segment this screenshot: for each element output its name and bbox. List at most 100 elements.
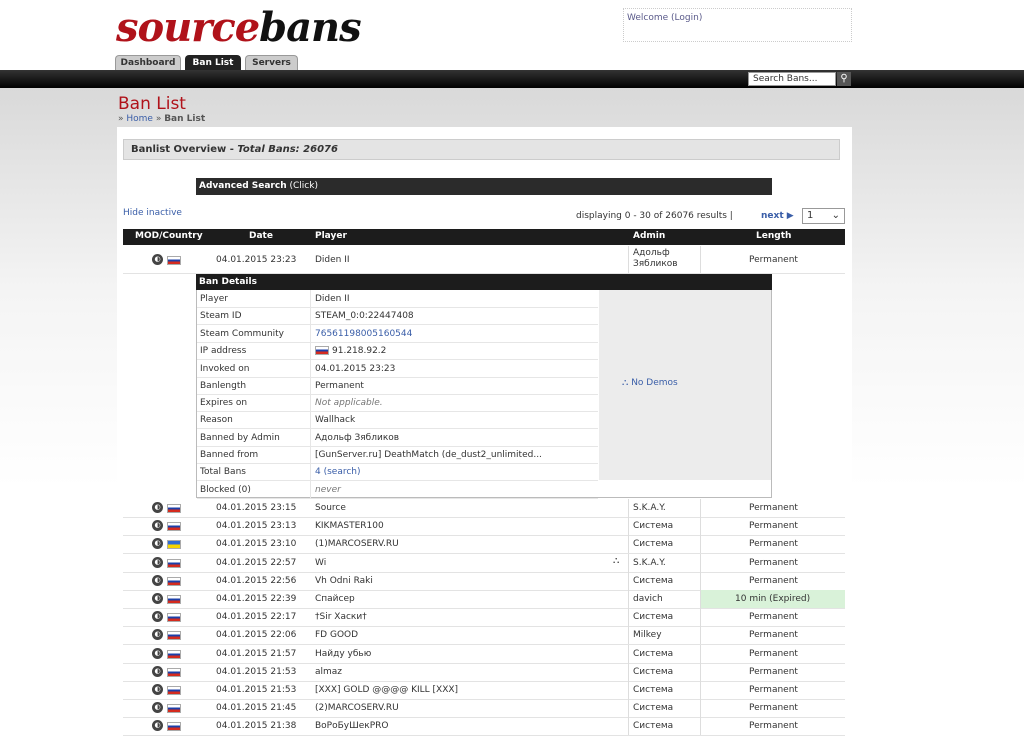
breadcrumb-home[interactable]: Home [126, 114, 153, 124]
sourcebans-logo[interactable]: sourcebans [116, 6, 362, 50]
ban-length: Permanent [749, 558, 798, 568]
country-flag-icon [167, 540, 181, 549]
ban-date: 04.01.2015 23:13 [216, 521, 297, 531]
demo-icon: ⛬ [622, 378, 629, 388]
admin-name: Система [633, 649, 674, 659]
table-row[interactable]: ◐ 04.01.2015 22:57 Wi ⛬ S.K.A.Y. Permanent [123, 554, 845, 573]
ban-details-title: Ban Details [196, 274, 772, 290]
player-name: (1)MARCOSERV.RU [315, 539, 399, 549]
admin-name: Система [633, 685, 674, 695]
ban-date: 04.01.2015 22:06 [216, 630, 297, 640]
detail-key: Player [200, 294, 229, 304]
admin-name: Система [633, 721, 674, 731]
game-mod-icon: ◐ [152, 520, 163, 531]
search-input[interactable]: Search Bans... [748, 72, 836, 86]
tab-ban-list[interactable]: Ban List [185, 55, 241, 70]
table-row[interactable]: ◐ 04.01.2015 23:10 (1)MARCOSERV.RU Система P… [123, 535, 845, 554]
results-count: displaying 0 - 30 of 26076 results | [576, 211, 733, 221]
login-link[interactable]: (Login) [671, 13, 702, 23]
player-name: Найду убью [315, 649, 372, 659]
tab-servers[interactable]: Servers [245, 55, 298, 70]
table-row[interactable]: ◐ 04.01.2015 21:53 almaz Система Permanent [123, 663, 845, 682]
detail-value[interactable]: 76561198005160544 [315, 329, 412, 339]
ban-date: 04.01.2015 22:39 [216, 594, 297, 604]
next-page-link[interactable]: next ▶ [761, 211, 794, 221]
table-row[interactable]: ◐ 04.01.2015 22:39 Спайсер davich 10 min (Ex… [123, 590, 845, 609]
country-flag-icon [167, 559, 181, 568]
col-date[interactable]: Date [249, 231, 273, 241]
table-row[interactable]: ◐ 04.01.2015 22:56 Vh Odni Raki Система Perm… [123, 572, 845, 591]
admin-name: Система [633, 521, 674, 531]
ban-date: 04.01.2015 21:53 [216, 667, 297, 677]
player-name: almaz [315, 667, 343, 677]
country-flag-icon [167, 613, 181, 622]
player-name: KIKMASTER100 [315, 521, 384, 531]
country-flag-icon [167, 631, 181, 640]
hide-inactive-link[interactable]: Hide inactive [123, 208, 182, 218]
detail-key: Steam ID [200, 311, 242, 321]
country-flag-icon [167, 522, 181, 531]
admin-name: Milkey [633, 630, 662, 640]
player-name: Vh Odni Raki [315, 576, 373, 586]
table-row[interactable]: ◐ 04.01.2015 21:45 (2)MARCOSERV.RU Система P… [123, 699, 845, 718]
game-mod-icon: ◐ [152, 648, 163, 659]
detail-row: IP address 91.218.92.2 [197, 342, 598, 360]
game-mod-icon: ◐ [152, 538, 163, 549]
game-mod-icon: ◐ [152, 611, 163, 622]
table-row[interactable]: ◐ 04.01.2015 22:06 FD GOOD Milkey Permanent [123, 626, 845, 645]
ban-length: Permanent [749, 667, 798, 677]
page-select[interactable]: 1 ⌄ [802, 208, 845, 224]
table-row[interactable]: ◐ 04.01.2015 23:23 Diden II Адольф Зябли… [123, 246, 845, 274]
ban-date: 04.01.2015 21:57 [216, 649, 297, 659]
table-header: MOD/Country Date Player Admin Length [123, 229, 845, 245]
player-name: Diden II [315, 255, 350, 265]
table-row[interactable]: ◐ 04.01.2015 21:57 Найду убью Система Perman… [123, 645, 845, 664]
detail-value: 04.01.2015 23:23 [315, 364, 396, 374]
col-player[interactable]: Player [315, 231, 347, 241]
detail-row: Expires on Not applicable. [197, 394, 598, 412]
detail-row: Reason Wallhack [197, 411, 598, 429]
country-flag-icon [167, 577, 181, 586]
play-arrow-icon: ▶ [786, 211, 794, 221]
banlist-overview: Banlist Overview - Total Bans: 26076 [123, 139, 840, 160]
ban-date: 04.01.2015 22:17 [216, 612, 297, 622]
table-row[interactable]: ◐ 04.01.2015 21:38 ВоРоБуШекPRO Система Perm… [123, 717, 845, 736]
country-flag-icon [167, 686, 181, 695]
table-row[interactable]: ◐ 04.01.2015 23:15 Source S.K.A.Y. Permanent [123, 499, 845, 518]
detail-row: Banned by Admin Адольф Зябликов [197, 429, 598, 447]
col-mod-country[interactable]: MOD/Country [135, 231, 203, 241]
game-mod-icon: ◐ [152, 557, 163, 568]
table-row[interactable]: ◐ 04.01.2015 22:17 †Sir Хаски† Система Perma… [123, 608, 845, 627]
admin-name: Система [633, 576, 674, 586]
detail-key: Expires on [200, 398, 248, 408]
ban-length: Permanent [749, 503, 798, 513]
table-row[interactable]: ◐ 04.01.2015 23:13 KIKMASTER100 Система Perm… [123, 517, 845, 536]
welcome-text: Welcome [627, 13, 669, 23]
player-name: Спайсер [315, 594, 355, 604]
player-name: Source [315, 503, 346, 513]
col-admin[interactable]: Admin [633, 231, 665, 241]
country-flag-icon [167, 256, 181, 265]
country-flag-icon [167, 595, 181, 604]
detail-value: Адольф Зябликов [315, 433, 400, 443]
tab-dashboard[interactable]: Dashboard [115, 55, 181, 70]
total-bans: Total Bans: 26076 [237, 144, 338, 155]
demo-icon[interactable]: ⛬ [613, 556, 619, 566]
magnifier-icon[interactable]: ⚲ [837, 72, 851, 86]
detail-key: IP address [200, 346, 247, 356]
detail-value: STEAM_0:0:22447408 [315, 311, 414, 321]
ban-length: Permanent [749, 539, 798, 549]
detail-value: [GunServer.ru] DeathMatch (de_dust2_unli… [315, 450, 542, 460]
chevron-down-icon: ⌄ [831, 210, 840, 221]
ban-date: 04.01.2015 21:53 [216, 685, 297, 695]
table-row[interactable]: ◐ 04.01.2015 21:53 [XXX] GOLD @@@@ KILL [X… [123, 681, 845, 700]
admin-name: davich [633, 594, 663, 604]
ban-length: 10 min (Expired) [735, 594, 811, 604]
detail-key: Invoked on [200, 364, 250, 374]
col-length[interactable]: Length [756, 231, 791, 241]
game-mod-icon: ◐ [152, 254, 163, 265]
advanced-search-bar[interactable]: Advanced Search (Click) [196, 178, 772, 195]
page-title: Ban List [118, 94, 186, 114]
detail-value[interactable]: 4 (search) [315, 467, 361, 477]
game-mod-icon: ◐ [152, 666, 163, 677]
